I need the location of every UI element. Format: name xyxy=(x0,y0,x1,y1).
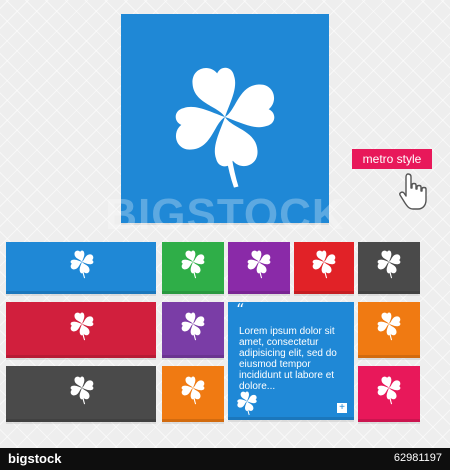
background-canvas: metro style “ Lorem ipsum dolor sit amet… xyxy=(0,0,450,470)
clover-tile-red[interactable] xyxy=(294,242,354,294)
four-leaf-clover-icon xyxy=(69,311,95,341)
four-leaf-clover-icon xyxy=(376,311,402,341)
four-leaf-clover-icon xyxy=(169,61,281,191)
plus-icon[interactable]: + xyxy=(337,403,347,413)
hand-pointer-icon xyxy=(399,173,427,210)
clover-tile-pink[interactable] xyxy=(358,366,420,422)
clover-tile-orange-small[interactable] xyxy=(162,366,224,422)
four-leaf-clover-icon xyxy=(376,249,402,279)
clover-tile-green[interactable] xyxy=(162,242,224,294)
four-leaf-clover-icon xyxy=(69,375,95,405)
four-leaf-clover-icon xyxy=(180,311,206,341)
four-leaf-clover-icon xyxy=(69,249,95,279)
clover-tile-violet[interactable] xyxy=(162,302,224,358)
brand-logo-text: bigstock xyxy=(8,451,62,466)
clover-tile-dark[interactable] xyxy=(358,242,420,294)
four-leaf-clover-icon xyxy=(246,249,272,279)
stock-id: 62981197 xyxy=(393,452,442,464)
lorem-text: Lorem ipsum dolor sit amet, consectetur … xyxy=(239,326,337,392)
clover-tile-purple[interactable] xyxy=(228,242,290,294)
lorem-text-tile[interactable]: “ Lorem ipsum dolor sit amet, consectetu… xyxy=(228,302,354,420)
four-leaf-clover-icon xyxy=(311,249,337,279)
clover-tile-orange[interactable] xyxy=(358,302,420,358)
clover-tile-crimson-wide[interactable] xyxy=(6,302,156,358)
four-leaf-clover-icon xyxy=(236,390,258,416)
four-leaf-clover-icon xyxy=(376,375,402,405)
metro-style-badge[interactable]: metro style xyxy=(352,149,432,169)
four-leaf-clover-icon xyxy=(180,375,206,405)
clover-tile-blue-wide[interactable] xyxy=(6,242,156,294)
clover-tile-dark-wide[interactable] xyxy=(6,366,156,422)
footer-bar: bigstock 62981197 xyxy=(0,448,450,470)
quote-mark: “ xyxy=(236,300,245,319)
hero-clover-tile[interactable] xyxy=(121,14,329,223)
four-leaf-clover-icon xyxy=(180,249,206,279)
